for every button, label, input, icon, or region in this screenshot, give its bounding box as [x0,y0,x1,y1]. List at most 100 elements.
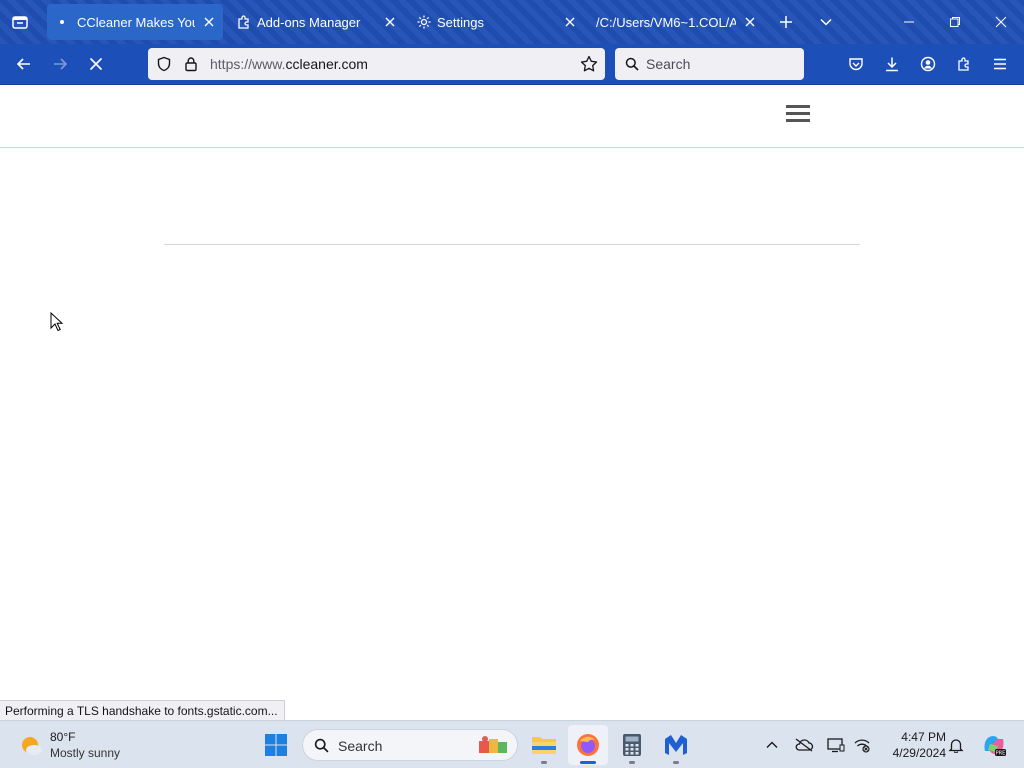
mouse-cursor-icon [50,311,64,337]
restore-icon [950,17,960,27]
minimize-button[interactable] [886,0,932,44]
new-tab-button[interactable] [772,0,800,44]
folder-icon [532,737,556,754]
download-icon [886,57,898,72]
firefox-icon [577,734,599,756]
url-text[interactable]: https://www.ccleaner.com [210,56,368,72]
firefox-view-icon [12,16,28,29]
tab-settings[interactable]: Settings [407,4,584,40]
tab-addons-manager[interactable]: Add-ons Manager [227,4,404,40]
loading-dot-icon [60,20,64,24]
arrow-left-icon [16,58,30,70]
chevron-down-icon [820,18,832,26]
running-indicator [541,761,547,764]
tab-ccleaner[interactable]: CCleaner Makes Your C [47,4,223,40]
hamburger-menu-icon [994,58,1006,70]
copilot-icon: PRE [984,736,1006,757]
status-panel: Performing a TLS handshake to fonts.gsta… [0,700,285,720]
start-button[interactable] [256,725,296,765]
stop-loading-button[interactable] [80,48,112,80]
running-indicator [629,761,635,764]
sun-cloud-icon [22,737,42,755]
close-window-button[interactable] [978,0,1024,44]
close-icon [565,17,575,27]
search-highlight-icon [479,736,507,753]
weather-widget[interactable]: 80°F Mostly sunny [18,730,138,762]
tab-title: Settings [437,14,484,30]
extensions-button[interactable] [948,48,980,80]
firefox-view-button[interactable] [0,0,40,44]
close-icon [995,16,1007,28]
url-bar[interactable]: https://www.ccleaner.com [148,48,605,80]
menu-bar [786,112,810,115]
account-icon [920,56,936,72]
taskbar-search[interactable]: Search [302,729,518,761]
app-menu-button[interactable] [984,48,1016,80]
taskbar-malwarebytes[interactable] [656,725,696,765]
navigation-toolbar: https://www.ccleaner.com Search [0,44,1024,85]
onedrive-tray[interactable] [791,729,817,761]
puzzle-icon [958,57,969,71]
windows-taskbar: 80°F Mostly sunny Search 4:47 PM 4/29/20… [0,720,1024,768]
forward-button[interactable] [44,48,76,80]
tab-close-button[interactable] [742,14,758,30]
lock-icon[interactable] [184,56,198,72]
pocket-icon [849,58,863,71]
weather-temperature: 80°F [50,730,76,744]
network-tray[interactable] [849,729,875,761]
downloads-button[interactable] [876,48,908,80]
gear-icon [417,15,431,29]
taskbar-search-placeholder: Search [338,738,383,754]
tab-close-button[interactable] [382,14,398,30]
close-icon [385,17,395,27]
show-hidden-icons-button[interactable] [759,729,785,761]
arrow-right-icon [54,58,68,70]
pocket-button[interactable] [840,48,872,80]
puzzle-icon [238,15,249,29]
menu-bar [786,119,810,122]
bookmark-star-icon[interactable] [580,55,598,73]
tab-close-button[interactable] [201,14,217,30]
notifications-button[interactable] [943,729,969,761]
search-icon [625,57,639,71]
taskbar-firefox[interactable] [568,725,608,765]
plus-icon [780,16,792,28]
site-header [0,85,1024,148]
stop-icon [89,57,103,71]
tab-title: Add-ons Manager [257,14,361,30]
taskbar-clock[interactable]: 4:47 PM 4/29/2024 [876,729,946,761]
restore-button[interactable] [932,0,978,44]
taskbar-calculator[interactable] [612,725,652,765]
running-indicator [673,761,679,764]
account-button[interactable] [912,48,944,80]
bell-icon [948,739,964,753]
search-placeholder: Search [646,56,691,72]
close-icon [745,17,755,27]
copilot-button[interactable]: PRE [978,729,1010,761]
running-indicator [580,761,596,764]
clock-date: 4/29/2024 [892,746,946,760]
tab-title: /C:/Users/VM6~1.COL/Ap [596,14,736,30]
close-icon [204,17,214,27]
menu-bar [786,105,810,108]
tab-local-file[interactable]: /C:/Users/VM6~1.COL/Ap [587,4,764,40]
shield-icon[interactable] [156,56,172,72]
site-menu-button[interactable] [786,105,810,127]
cloud-offline-icon [795,738,814,752]
chevron-up-icon [766,741,778,748]
tab-title: CCleaner Makes Your C [77,14,195,30]
tab-bar: CCleaner Makes Your C Add-ons Manager Se… [0,0,1024,44]
back-button[interactable] [8,48,40,80]
calculator-icon [623,734,641,756]
monitor-icon [827,738,845,753]
search-bar[interactable]: Search [615,48,804,80]
windows-logo-icon [265,734,287,756]
network-icon [854,739,870,753]
tab-close-button[interactable] [562,14,578,30]
taskbar-file-explorer[interactable] [524,725,564,765]
display-tray[interactable] [823,729,849,761]
list-all-tabs-button[interactable] [812,0,840,44]
malwarebytes-icon [665,735,687,755]
search-icon [314,738,329,753]
clock-time: 4:47 PM [901,730,946,744]
